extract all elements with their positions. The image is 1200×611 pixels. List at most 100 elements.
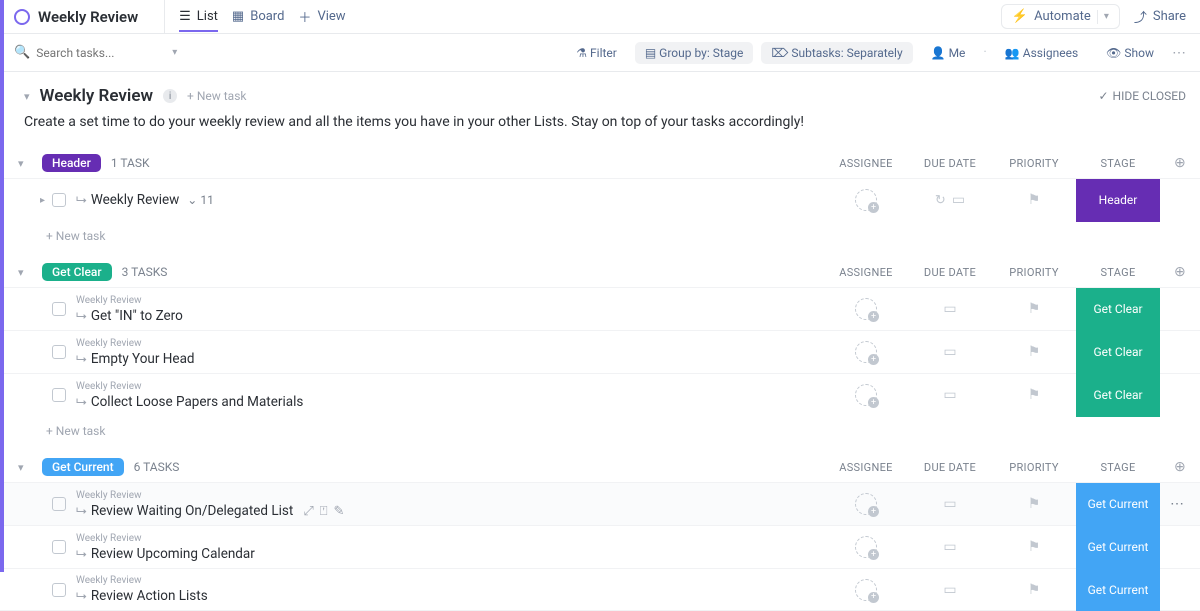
- calendar-icon[interactable]: ▭: [943, 539, 956, 555]
- add-assignee-icon[interactable]: [855, 341, 877, 363]
- group-badge[interactable]: Header: [42, 154, 101, 172]
- add-assignee-icon[interactable]: [855, 536, 877, 558]
- calendar-icon[interactable]: ▭: [943, 387, 956, 403]
- task-row[interactable]: Weekly Review⮡Review Waiting On/Delegate…: [0, 482, 1200, 525]
- stage-cell[interactable]: Get Current: [1076, 483, 1160, 526]
- expand-icon[interactable]: ⤢: [303, 504, 313, 519]
- add-assignee-icon[interactable]: [855, 189, 877, 211]
- due-cell[interactable]: ▭: [908, 539, 992, 555]
- task-row[interactable]: Weekly Review⮡Get "IN" to Zero▭⚑Get Clea…: [0, 287, 1200, 330]
- add-assignee-icon[interactable]: [855, 384, 877, 406]
- more-icon[interactable]: ⋯: [1172, 45, 1186, 61]
- link-icon: ⮡: [76, 308, 87, 324]
- priority-cell[interactable]: ⚑: [992, 496, 1076, 512]
- assignee-cell[interactable]: [824, 298, 908, 320]
- add-column-icon[interactable]: ⊕: [1160, 264, 1200, 280]
- share-button[interactable]: ⤴ Share: [1134, 7, 1186, 26]
- calendar-icon[interactable]: ▭: [943, 496, 956, 512]
- stage-cell[interactable]: Get Current: [1076, 526, 1160, 569]
- new-task-row[interactable]: + New task: [0, 221, 1200, 257]
- chevron-down-icon[interactable]: ▾: [172, 47, 177, 58]
- task-row[interactable]: Weekly Review⮡Review Action Lists ▭ ⚑Get C…: [0, 568, 1200, 611]
- chevron-down-icon[interactable]: ▾: [24, 90, 30, 103]
- due-cell[interactable]: ▭: [908, 496, 992, 512]
- task-checkbox[interactable]: [52, 388, 66, 402]
- due-cell[interactable]: ↻▭: [908, 192, 992, 208]
- stage-cell[interactable]: Get Current: [1076, 568, 1160, 611]
- task-row[interactable]: Weekly Review⮡Collect Loose Papers and M…: [0, 373, 1200, 416]
- add-column-icon[interactable]: ⊕: [1160, 155, 1200, 171]
- due-cell[interactable]: ▭: [908, 387, 992, 403]
- assignee-cell[interactable]: [824, 384, 908, 406]
- assignees-button[interactable]: 👥 Assignees: [995, 42, 1088, 64]
- add-assignee-icon[interactable]: [855, 493, 877, 515]
- chevron-down-icon[interactable]: ▾: [18, 461, 32, 474]
- show-button[interactable]: 👁 Show: [1096, 42, 1164, 64]
- stage-cell[interactable]: Get Clear: [1076, 288, 1160, 331]
- priority-cell[interactable]: ⚑: [992, 582, 1076, 598]
- link-icon: ⮡: [76, 588, 87, 604]
- add-assignee-icon[interactable]: [855, 298, 877, 320]
- automate-button[interactable]: ⚡ Automate ▾: [1001, 4, 1120, 29]
- group-badge[interactable]: Get Clear: [42, 263, 112, 281]
- search-input[interactable]: [36, 46, 166, 60]
- due-cell[interactable]: ▭: [908, 301, 992, 317]
- assignee-cell[interactable]: [824, 189, 908, 211]
- chevron-down-icon[interactable]: ▾: [18, 157, 32, 170]
- task-checkbox[interactable]: [52, 583, 66, 597]
- edit-icon[interactable]: ✎: [334, 504, 345, 519]
- task-checkbox[interactable]: [52, 540, 66, 554]
- search-tasks[interactable]: 🔍 ▾: [14, 45, 194, 60]
- filter-button[interactable]: ⚗ Filter: [566, 42, 627, 64]
- priority-cell[interactable]: ⚑: [992, 301, 1076, 317]
- group-badge[interactable]: Get Current: [42, 458, 124, 476]
- tab-add-view[interactable]: ＋ View: [298, 0, 345, 34]
- task-row[interactable]: ▸⮡Weekly Review⌄11↻▭⚑Header: [0, 178, 1200, 221]
- recur-icon[interactable]: ↻: [935, 193, 946, 208]
- calendar-icon[interactable]: ▭: [943, 344, 956, 360]
- task-checkbox[interactable]: [52, 302, 66, 316]
- task-body: Weekly Review⮡Review Action Lists: [76, 575, 208, 604]
- info-icon[interactable]: i: [163, 89, 177, 103]
- tag-icon[interactable]: ⍞: [320, 504, 328, 519]
- priority-cell[interactable]: ⚑: [992, 344, 1076, 360]
- chevron-down-icon[interactable]: ▾: [1104, 11, 1109, 22]
- assignee-cell[interactable]: [824, 579, 908, 601]
- due-cell[interactable]: ▭: [908, 582, 992, 598]
- tab-list[interactable]: ☰ List: [179, 1, 218, 32]
- assignee-cell[interactable]: [824, 341, 908, 363]
- task-row-cells: ▭ ⚑Get Clear: [824, 331, 1200, 374]
- calendar-icon[interactable]: ▭: [952, 192, 965, 208]
- tab-board[interactable]: ▦ Board: [232, 1, 285, 32]
- task-row[interactable]: Weekly Review⮡Empty Your Head▭⚑Get Clear: [0, 330, 1200, 373]
- priority-cell[interactable]: ⚑: [992, 387, 1076, 403]
- priority-cell[interactable]: ⚑: [992, 539, 1076, 555]
- calendar-icon[interactable]: ▭: [943, 582, 956, 598]
- group-by-button[interactable]: ▤ Group by: Stage: [635, 42, 754, 64]
- stage-cell[interactable]: Get Clear: [1076, 374, 1160, 417]
- stage-cell[interactable]: Header: [1076, 179, 1160, 222]
- new-task-row[interactable]: + New task: [0, 416, 1200, 452]
- subtasks-button[interactable]: ⌦ Subtasks: Separately: [761, 42, 912, 64]
- task-count: 1 TASK: [111, 156, 150, 170]
- priority-cell[interactable]: ⚑: [992, 192, 1076, 208]
- task-checkbox[interactable]: [52, 345, 66, 359]
- subtask-count[interactable]: ⌄11: [187, 193, 214, 207]
- me-label: Me: [949, 46, 966, 60]
- stage-cell[interactable]: Get Clear: [1076, 331, 1160, 374]
- calendar-icon[interactable]: ▭: [943, 301, 956, 317]
- assignee-cell[interactable]: [824, 536, 908, 558]
- add-assignee-icon[interactable]: [855, 579, 877, 601]
- chevron-down-icon[interactable]: ▾: [18, 266, 32, 279]
- me-button[interactable]: 👤 Me: [921, 42, 976, 64]
- assignee-cell[interactable]: [824, 493, 908, 515]
- task-checkbox[interactable]: [52, 193, 66, 207]
- expand-caret-icon[interactable]: ▸: [40, 195, 52, 206]
- task-row[interactable]: Weekly Review⮡Review Upcoming Calendar▭⚑…: [0, 525, 1200, 568]
- add-column-icon[interactable]: ⊕: [1160, 459, 1200, 475]
- hide-closed-button[interactable]: ✓ HIDE CLOSED: [1098, 89, 1186, 103]
- more-icon[interactable]: ⋯: [1170, 496, 1184, 512]
- task-checkbox[interactable]: [52, 497, 66, 511]
- new-task-inline[interactable]: + New task: [187, 89, 246, 103]
- due-cell[interactable]: ▭: [908, 344, 992, 360]
